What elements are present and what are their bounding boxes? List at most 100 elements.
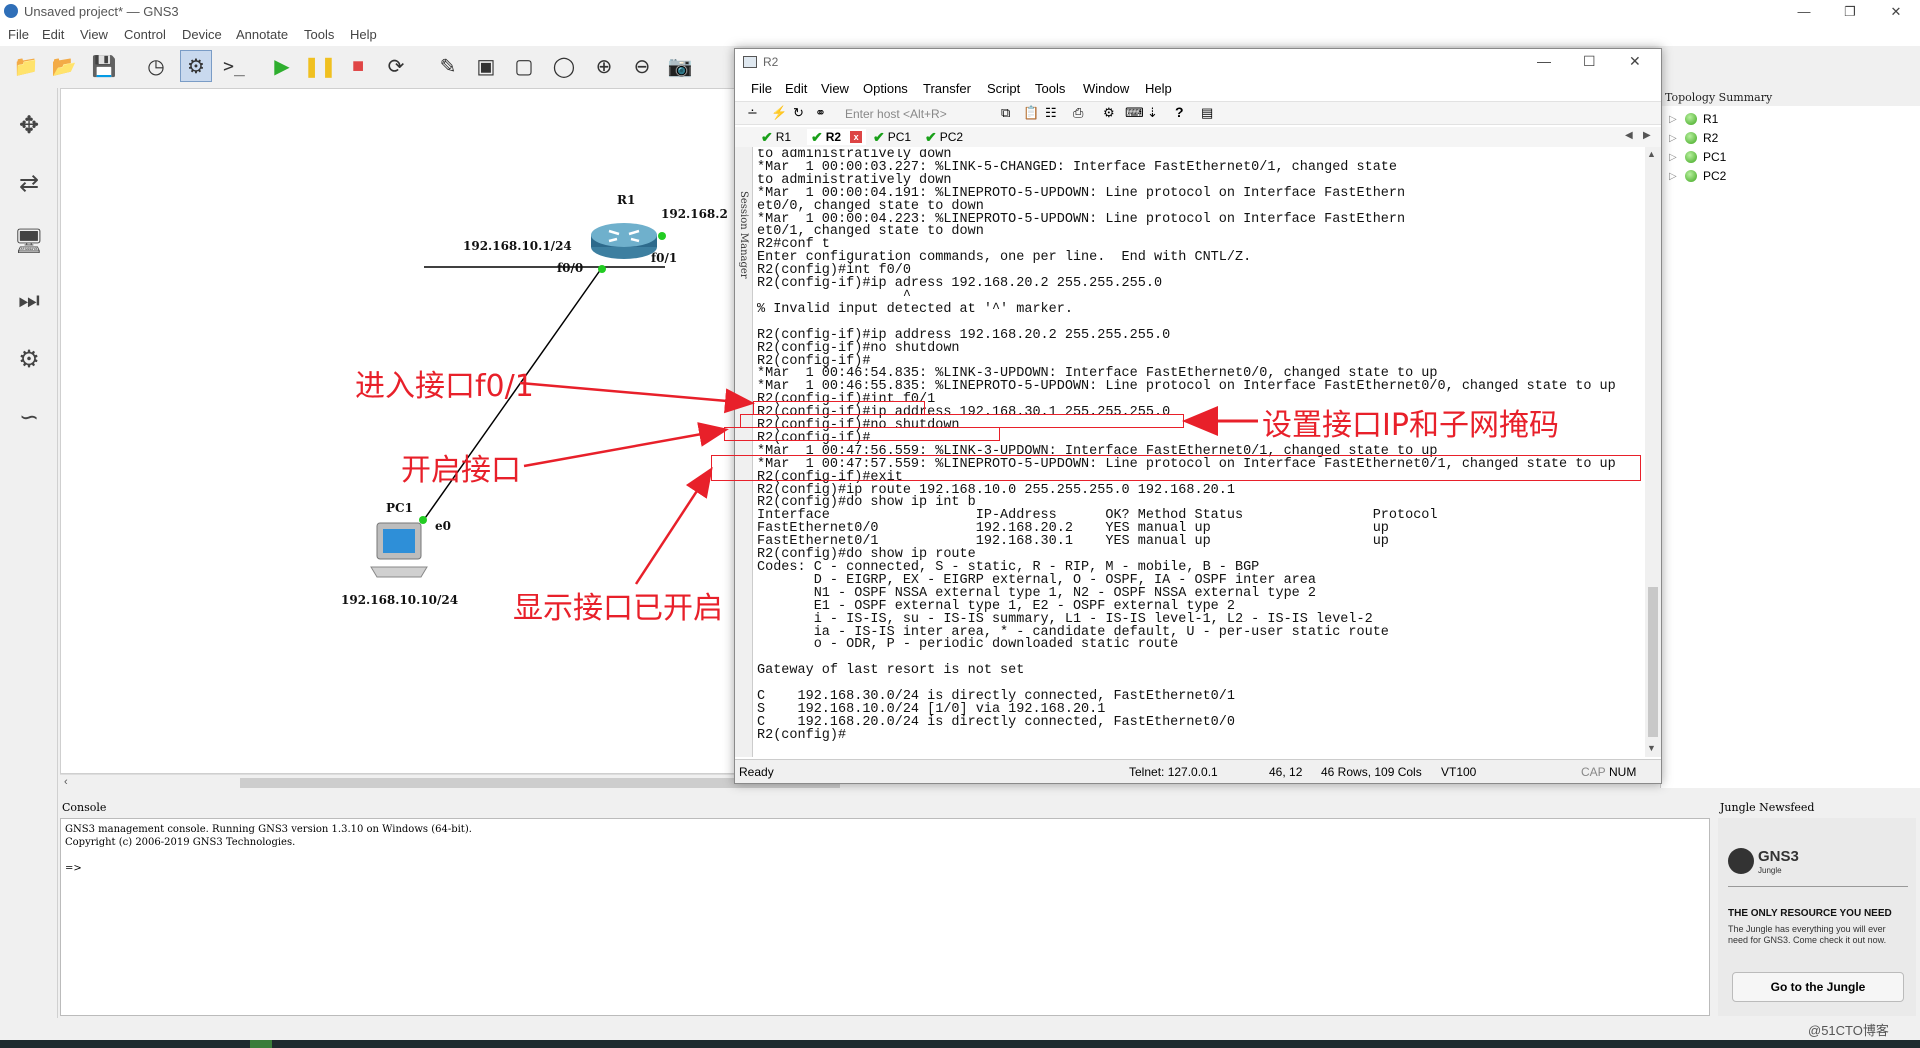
terminal-screen[interactable]: to administratively down *Mar 1 00:00:03…	[755, 149, 1645, 755]
suspend-all-icon[interactable]: ❚❚	[303, 50, 337, 82]
console-all-icon[interactable]: >_	[218, 50, 250, 82]
help-icon[interactable]: ?	[1175, 104, 1184, 120]
terminal-maximize-button[interactable]: ☐	[1583, 53, 1596, 70]
start-all-icon[interactable]: ▶	[266, 50, 298, 82]
menu-device[interactable]: Device	[182, 27, 222, 42]
tab-scroll-right-icon[interactable]: ▶	[1643, 130, 1651, 141]
find-icon[interactable]: ☷	[1045, 105, 1057, 121]
tab-scroll-left-icon[interactable]: ◀	[1625, 130, 1633, 141]
tab-pc1[interactable]: ✔ PC1	[873, 129, 911, 145]
topology-item-pc1[interactable]: ▷ PC1	[1669, 148, 1726, 166]
switches-icon[interactable]: ⇄	[6, 160, 52, 206]
copy-icon[interactable]: ⧉	[1001, 105, 1010, 121]
draw-ellipse-icon[interactable]: ◯	[548, 50, 580, 82]
disconnect-icon[interactable]: ⚭	[815, 105, 826, 121]
menu-control[interactable]: Control	[124, 27, 166, 42]
close-tab-icon[interactable]: x	[850, 131, 863, 143]
device-dock: ✥ ⇄ 🖥 ⏭ ⚙ ∽	[0, 88, 58, 1018]
reload-all-icon[interactable]: ⟳	[380, 50, 412, 82]
terminal-close-button[interactable]: ✕	[1629, 53, 1641, 70]
tab-r1[interactable]: ✔ R1	[761, 129, 791, 145]
end-devices-icon[interactable]: 🖥	[6, 218, 52, 264]
reconnect-icon[interactable]: ↻	[793, 105, 804, 121]
session-manager-sidebar[interactable]: Session Manager	[735, 147, 753, 757]
status-cursor: 46, 12	[1269, 765, 1303, 779]
menu-tools[interactable]: Tools	[304, 27, 334, 42]
term-menu-file[interactable]: File	[751, 81, 772, 96]
jungle-brand: GNS3	[1758, 848, 1799, 865]
status-telnet: Telnet: 127.0.0.1	[1129, 765, 1218, 779]
paste-icon[interactable]: 📋	[1023, 105, 1039, 121]
connected-check-icon: ✔	[873, 128, 885, 145]
monitor-icon[interactable]: ▤	[1201, 105, 1213, 121]
snapshot-clock-icon[interactable]: ◷	[140, 50, 172, 82]
console-output[interactable]: GNS3 management console. Running GNS3 ve…	[60, 818, 1710, 1016]
console-header: Console	[62, 801, 107, 814]
topology-item-r1[interactable]: ▷ R1	[1669, 110, 1718, 128]
add-link-icon[interactable]: ∽	[6, 394, 52, 440]
draw-rectangle-icon[interactable]: ▢	[508, 50, 540, 82]
term-menu-options[interactable]: Options	[863, 81, 908, 96]
connect-icon[interactable]: ∸	[747, 105, 758, 121]
zoom-out-icon[interactable]: ⊖	[626, 50, 658, 82]
menu-help[interactable]: Help	[350, 27, 377, 42]
save-project-icon[interactable]: 💾	[88, 50, 120, 82]
r1-if-right-label: f0/1	[651, 251, 678, 265]
gns3-jungle-logo-icon	[1728, 848, 1754, 874]
terminal-title: R2	[763, 55, 779, 69]
gns3-app-icon	[4, 4, 18, 18]
minimize-button[interactable]: —	[1784, 2, 1824, 22]
term-menu-edit[interactable]: Edit	[785, 81, 807, 96]
settings-gear-icon[interactable]: ⚙	[1103, 105, 1115, 121]
watermark: @51CTO博客	[1808, 1023, 1889, 1038]
main-toolbar: 📁 📂 💾 ◷ ⚙ >_ ▶ ❚❚ ■ ⟳ ✎ ▣ ▢ ◯ ⊕ ⊖ 📷	[0, 46, 740, 86]
maximize-button[interactable]: ❐	[1830, 2, 1870, 22]
enter-host-field[interactable]: Enter host <Alt+R>	[845, 107, 947, 121]
terminal-minimize-button[interactable]: —	[1537, 53, 1551, 69]
status-ready: Ready	[739, 765, 774, 779]
menu-annotate[interactable]: Annotate	[236, 27, 288, 42]
insert-picture-icon[interactable]: ▣	[470, 50, 502, 82]
menu-bar: File Edit View Control Device Annotate T…	[0, 24, 1920, 46]
menu-edit[interactable]: Edit	[42, 27, 64, 42]
router-r1-icon[interactable]	[591, 223, 657, 259]
zoom-in-icon[interactable]: ⊕	[588, 50, 620, 82]
term-menu-tools[interactable]: Tools	[1035, 81, 1065, 96]
term-menu-script[interactable]: Script	[987, 81, 1020, 96]
sftp-icon[interactable]: ⇣	[1147, 105, 1158, 121]
stop-all-icon[interactable]: ■	[342, 50, 374, 82]
add-note-icon[interactable]: ✎	[432, 50, 464, 82]
show-interface-labels-icon[interactable]: ⚙	[180, 50, 212, 82]
security-devices-icon[interactable]: ⏭	[6, 278, 52, 324]
keymap-icon[interactable]: ⌨	[1125, 105, 1144, 121]
term-menu-window[interactable]: Window	[1083, 81, 1129, 96]
r1-label: R1	[617, 193, 636, 207]
term-menu-view[interactable]: View	[821, 81, 849, 96]
jungle-headline: THE ONLY RESOURCE YOU NEED	[1728, 908, 1892, 919]
routers-icon[interactable]: ✥	[6, 102, 52, 148]
topology-summary-header: Topology Summary	[1661, 88, 1920, 106]
topology-item-pc2[interactable]: ▷ PC2	[1669, 167, 1726, 185]
topology-item-r2[interactable]: ▷ R2	[1669, 129, 1718, 147]
status-running-icon	[1685, 113, 1697, 125]
status-num: NUM	[1609, 765, 1637, 779]
close-button[interactable]: ✕	[1876, 2, 1916, 22]
term-menu-help[interactable]: Help	[1145, 81, 1172, 96]
terminal-vertical-scrollbar[interactable]: ▲ ▼	[1645, 147, 1661, 757]
session-tabs: ✔ R1 ✔ R2 x ✔ PC1 ✔ PC2 ◀ ▶	[735, 127, 1661, 147]
screenshot-camera-icon[interactable]: 📷	[664, 50, 696, 82]
tab-pc2[interactable]: ✔ PC2	[925, 129, 963, 145]
all-devices-icon[interactable]: ⚙	[6, 336, 52, 382]
new-project-icon[interactable]: 📁	[10, 50, 42, 82]
print-icon[interactable]: ⎙	[1073, 105, 1083, 121]
tab-r2[interactable]: ✔ R2 x	[807, 129, 867, 145]
status-size: 46 Rows, 109 Cols	[1321, 765, 1422, 779]
go-to-jungle-button[interactable]: Go to the Jungle	[1732, 972, 1904, 1002]
quick-connect-icon[interactable]: ⚡	[771, 105, 787, 121]
terminal-menu-bar: File Edit View Options Transfer Script T…	[735, 77, 1661, 99]
menu-file[interactable]: File	[8, 27, 29, 42]
term-menu-transfer[interactable]: Transfer	[923, 81, 971, 96]
open-project-icon[interactable]: 📂	[48, 50, 80, 82]
pc1-computer-icon[interactable]	[370, 522, 428, 578]
menu-view[interactable]: View	[80, 27, 108, 42]
